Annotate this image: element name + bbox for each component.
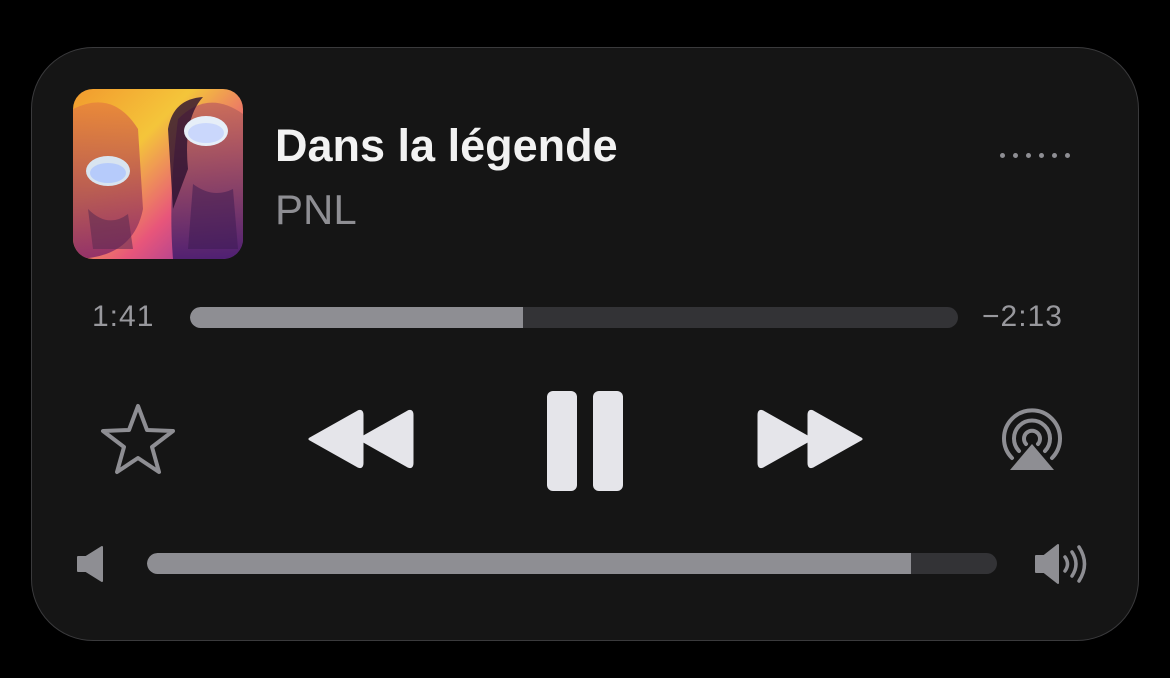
more-dots-icon[interactable] xyxy=(1000,142,1070,168)
airplay-icon[interactable] xyxy=(998,408,1066,472)
pause-icon[interactable] xyxy=(546,390,624,492)
remaining-time: −2:13 xyxy=(982,300,1063,333)
playback-progress-bar[interactable] xyxy=(190,307,958,328)
star-outline-icon[interactable] xyxy=(100,402,176,476)
volume-slider[interactable] xyxy=(147,553,997,574)
fast-forward-icon[interactable] xyxy=(757,408,865,470)
track-title: Dans la légende xyxy=(275,120,618,171)
elapsed-time: 1:41 xyxy=(92,300,155,333)
volume-fill xyxy=(147,553,912,574)
progress-fill xyxy=(190,307,524,328)
speaker-high-icon[interactable] xyxy=(1034,543,1094,585)
album-artwork[interactable] xyxy=(73,89,243,259)
rewind-icon[interactable] xyxy=(306,408,414,470)
track-artist[interactable]: PNL xyxy=(275,186,357,234)
speaker-low-icon[interactable] xyxy=(76,545,106,583)
